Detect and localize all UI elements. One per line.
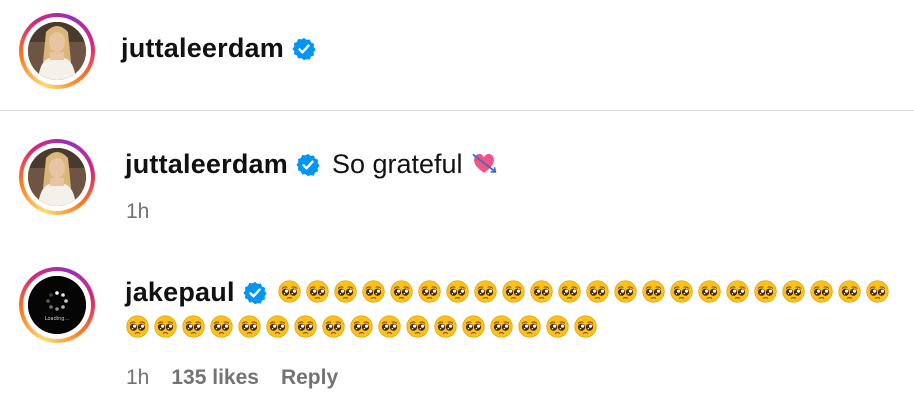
comment-body: jakepaul: [125, 276, 267, 308]
comment-text: So grateful: [331, 149, 463, 179]
pleading-face-emoji-icon: [278, 280, 301, 303]
comment-body: juttaleerdam So grateful: [125, 148, 497, 180]
comment-time: 1h: [126, 200, 150, 223]
pleading-face-emoji-icon: [406, 315, 429, 338]
pleading-face-emoji-icon: [462, 315, 485, 338]
comment-avatar[interactable]: [19, 139, 95, 215]
pleading-face-emoji-icon: [866, 280, 889, 303]
pleading-face-emoji-icon: [182, 315, 205, 338]
profile-photo: Loading...: [28, 276, 86, 334]
pleading-face-emoji-icon: [418, 280, 441, 303]
pleading-face-emoji-icon: [838, 280, 861, 303]
comment-avatar[interactable]: Loading...: [19, 267, 95, 343]
pleading-face-emoji-icon: [670, 280, 693, 303]
pleading-face-emoji-icon: [586, 280, 609, 303]
pleading-face-emoji-icon: [558, 280, 581, 303]
emoji-row: [126, 315, 602, 341]
pleading-face-emoji-icon: [446, 280, 469, 303]
pleading-face-emoji-icon: [306, 280, 329, 303]
loading-spinner-icon: [28, 276, 86, 334]
pleading-face-emoji-icon: [698, 280, 721, 303]
pleading-face-emoji-icon: [334, 280, 357, 303]
profile-photo: [28, 148, 86, 206]
pleading-face-emoji-icon: [518, 315, 541, 338]
pleading-face-emoji-icon: [642, 280, 665, 303]
pleading-face-emoji-icon: [390, 280, 413, 303]
pleading-face-emoji-icon: [210, 315, 233, 338]
post-author-username[interactable]: juttaleerdam: [121, 33, 284, 63]
pleading-face-emoji-icon: [434, 315, 457, 338]
divider: [0, 110, 914, 111]
pleading-face-emoji-icon: [614, 280, 637, 303]
pleading-face-emoji-icon: [238, 315, 261, 338]
verified-badge-icon: [243, 281, 267, 305]
avatar-loading-text: Loading...: [44, 316, 70, 322]
pleading-face-emoji-icon: [154, 315, 177, 338]
pleading-face-emoji-icon: [266, 315, 289, 338]
likes-count[interactable]: 135 likes: [171, 366, 259, 389]
comment-time: 1h: [126, 366, 150, 389]
verified-badge-icon: [296, 153, 320, 177]
pleading-face-emoji-icon: [474, 280, 497, 303]
post-author[interactable]: juttaleerdam: [121, 33, 316, 64]
pleading-face-emoji-icon: [502, 280, 525, 303]
pleading-face-emoji-icon: [782, 280, 805, 303]
reply-button[interactable]: Reply: [281, 366, 338, 389]
comment-username[interactable]: jakepaul: [125, 277, 235, 307]
heart-with-arrow-icon: [472, 153, 496, 173]
emoji-row: [278, 280, 894, 306]
pleading-face-emoji-icon: [294, 315, 317, 338]
comment-meta: 1h: [126, 200, 149, 224]
avatar[interactable]: [19, 13, 95, 89]
profile-photo: [28, 22, 86, 80]
pleading-face-emoji-icon: [126, 315, 149, 338]
pleading-face-emoji-icon: [350, 315, 373, 338]
pleading-face-emoji-icon: [810, 280, 833, 303]
pleading-face-emoji-icon: [546, 315, 569, 338]
pleading-face-emoji-icon: [362, 280, 385, 303]
pleading-face-emoji-icon: [378, 315, 401, 338]
pleading-face-emoji-icon: [322, 315, 345, 338]
pleading-face-emoji-icon: [530, 280, 553, 303]
pleading-face-emoji-icon: [490, 315, 513, 338]
comment-username[interactable]: juttaleerdam: [125, 149, 288, 179]
pleading-face-emoji-icon: [574, 315, 597, 338]
comment-meta: 1h 135 likes Reply: [126, 366, 338, 390]
pleading-face-emoji-icon: [726, 280, 749, 303]
verified-badge-icon: [292, 37, 316, 61]
pleading-face-emoji-icon: [754, 280, 777, 303]
post-header: juttaleerdam: [0, 0, 914, 110]
